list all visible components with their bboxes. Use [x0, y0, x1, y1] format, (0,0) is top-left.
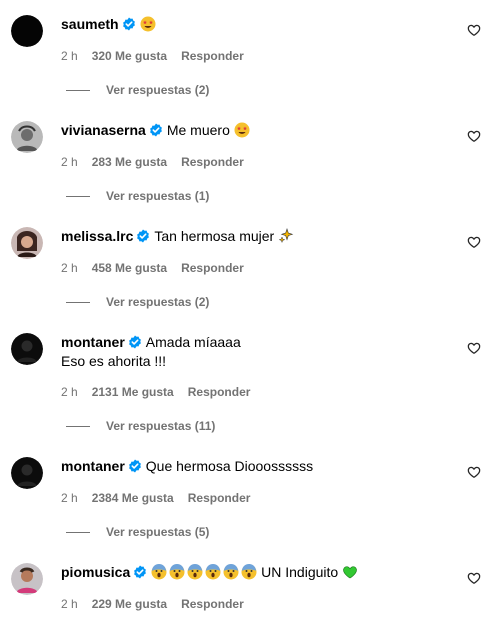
divider — [66, 302, 90, 304]
sparkles-emoji-icon — [278, 228, 294, 248]
comment-time[interactable]: 2 h — [61, 261, 78, 275]
comment-likes[interactable]: 283 Me gusta — [92, 155, 167, 169]
divider — [66, 90, 90, 92]
screaming-face-emoji-icon — [241, 564, 257, 584]
view-replies-button[interactable]: Ver respuestas (2) — [66, 294, 209, 310]
comment-item: montaner Que hermosa Diooossssss 2 h 2384 … — [0, 443, 494, 548]
view-replies-label: Ver respuestas (2) — [106, 83, 210, 97]
comment-meta: 2 h 2384 Me gusta Responder — [61, 490, 264, 506]
comment-item: vivianaserna Me muero 2 h 283 Me gusta Resp… — [0, 106, 494, 211]
comment-likes[interactable]: 458 Me gusta — [92, 261, 167, 275]
verified-badge-icon — [128, 459, 142, 477]
comment-text: Que hermosa Diooossssss — [145, 458, 314, 474]
comment-text-line-2: Eso es ahorita !!! — [61, 353, 167, 369]
view-replies-button[interactable]: Ver respuestas (5) — [66, 524, 209, 540]
heart-outline-icon[interactable] — [467, 341, 481, 355]
heart-outline-icon[interactable] — [467, 129, 481, 143]
screaming-face-emoji-icon — [169, 564, 185, 584]
comment-item: montaner Amada míaaaa Eso es ahorita !!! … — [0, 318, 494, 442]
heart-outline-icon[interactable] — [467, 465, 481, 479]
screaming-face-emoji-icon — [187, 564, 203, 584]
verified-badge-icon — [149, 123, 163, 141]
view-replies-button[interactable]: Ver respuestas (11) — [66, 418, 215, 434]
comment-meta: 2 h 2131 Me gusta Responder — [61, 384, 264, 400]
comment-meta: 2 h 320 Me gusta Responder — [61, 48, 258, 64]
comment-username[interactable]: vivianaserna — [61, 122, 146, 138]
reply-button[interactable]: Responder — [181, 155, 244, 169]
avatar[interactable] — [11, 563, 43, 595]
comment-time[interactable]: 2 h — [61, 155, 78, 169]
comment-likes[interactable]: 2131 Me gusta — [92, 385, 174, 399]
comment-time[interactable]: 2 h — [61, 491, 78, 505]
comment-likes[interactable]: 2384 Me gusta — [92, 491, 174, 505]
reply-button[interactable]: Responder — [188, 491, 251, 505]
comment-item: melissa.lrc Tan hermosa mujer 2 h 458 Me g… — [0, 212, 494, 317]
heart-outline-icon[interactable] — [467, 571, 481, 585]
reply-button[interactable]: Responder — [188, 385, 251, 399]
star-struck-emoji-icon — [234, 122, 250, 142]
avatar[interactable] — [11, 121, 43, 153]
comment-username[interactable]: montaner — [61, 458, 125, 474]
view-replies-label: Ver respuestas (11) — [106, 419, 216, 433]
heart-outline-icon[interactable] — [467, 23, 481, 37]
reply-button[interactable]: Responder — [181, 261, 244, 275]
heart-outline-icon[interactable] — [467, 235, 481, 249]
star-struck-emoji-icon — [140, 16, 156, 36]
comment-username[interactable]: montaner — [61, 334, 125, 350]
comment-text: Amada míaaaa — [145, 334, 241, 350]
comment-meta: 2 h 229 Me gusta Responder — [61, 596, 258, 612]
screaming-face-emoji-icon — [151, 564, 167, 584]
avatar[interactable] — [11, 333, 43, 365]
screaming-face-emoji-icon — [223, 564, 239, 584]
view-replies-button[interactable]: Ver respuestas (2) — [66, 82, 209, 98]
view-replies-label: Ver respuestas (5) — [106, 525, 210, 539]
screaming-face-emoji-icon — [205, 564, 221, 584]
view-replies-label: Ver respuestas (1) — [106, 189, 210, 203]
divider — [66, 196, 90, 198]
comment-time[interactable]: 2 h — [61, 49, 78, 63]
comment-likes[interactable]: 229 Me gusta — [92, 597, 167, 611]
comment-username[interactable]: melissa.lrc — [61, 228, 133, 244]
comment-username[interactable]: piomusica — [61, 564, 130, 580]
reply-button[interactable]: Responder — [181, 597, 244, 611]
verified-badge-icon — [128, 335, 142, 353]
comment-text: UN Indiguito — [261, 564, 339, 580]
comment-item: piomusica UN Indiguito 2 h 229 Me gusta Re… — [0, 549, 494, 628]
comment-item: saumeth 2 h 320 Me gusta Responder Ver res… — [0, 0, 494, 105]
divider — [66, 532, 90, 534]
verified-badge-icon — [133, 565, 147, 583]
comment-time[interactable]: 2 h — [61, 597, 78, 611]
comment-meta: 2 h 283 Me gusta Responder — [61, 154, 258, 170]
comment-username[interactable]: saumeth — [61, 16, 119, 32]
avatar[interactable] — [11, 227, 43, 259]
comment-meta: 2 h 458 Me gusta Responder — [61, 260, 258, 276]
divider — [66, 426, 90, 428]
verified-badge-icon — [122, 17, 136, 35]
verified-badge-icon — [136, 229, 150, 247]
green-heart-emoji-icon — [342, 564, 358, 584]
view-replies-button[interactable]: Ver respuestas (1) — [66, 188, 209, 204]
reply-button[interactable]: Responder — [181, 49, 244, 63]
avatar[interactable] — [11, 15, 43, 47]
comment-likes[interactable]: 320 Me gusta — [92, 49, 167, 63]
comment-text: Me muero — [166, 122, 230, 138]
view-replies-label: Ver respuestas (2) — [106, 295, 210, 309]
avatar[interactable] — [11, 457, 43, 489]
comment-text: Tan hermosa mujer — [154, 228, 275, 244]
comment-time[interactable]: 2 h — [61, 385, 78, 399]
